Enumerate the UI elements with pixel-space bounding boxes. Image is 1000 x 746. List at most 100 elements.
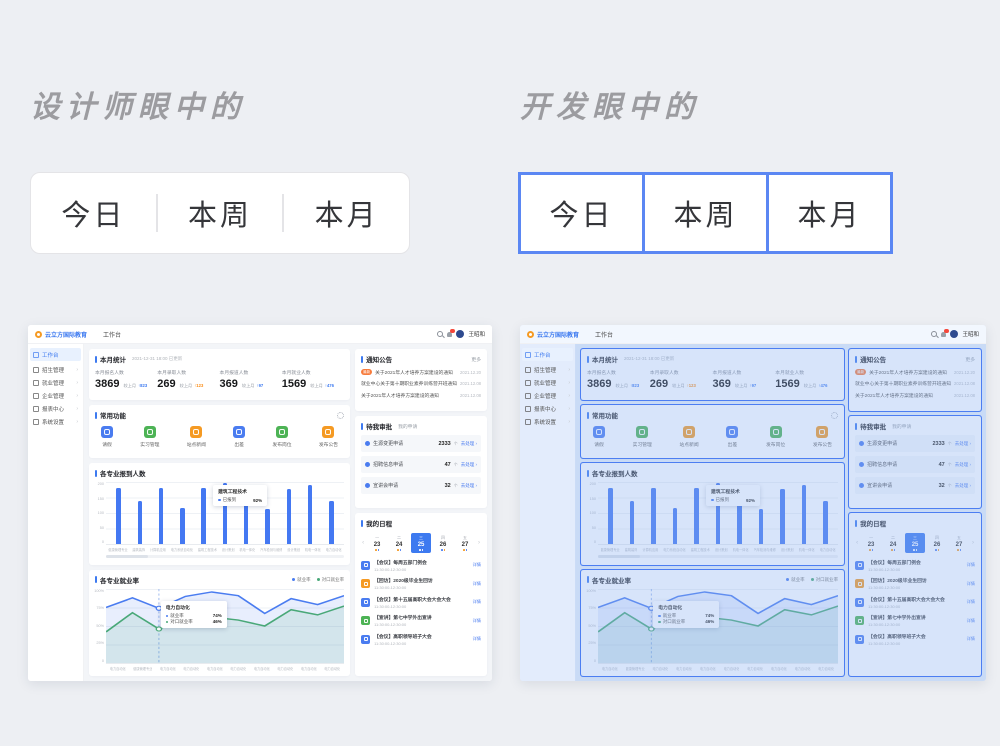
chart-scrollbar[interactable] [598, 555, 838, 558]
schedule-item[interactable]: 【会议】每周五部门例会11:30:00-12:30:00 详情 [855, 559, 975, 572]
handle-link[interactable]: 去处理 › [461, 441, 477, 447]
schedule-item[interactable]: 【会议】每周五部门例会11:30:00-12:30:00 详情 [361, 559, 481, 572]
detail-link[interactable]: 详情 [473, 562, 481, 568]
topnav-workbench[interactable]: 工作台 [103, 330, 121, 339]
handle-link[interactable]: 去处理 › [955, 441, 971, 447]
day-cell-27[interactable]: 五27 [455, 533, 475, 553]
avatar[interactable] [950, 330, 958, 338]
day-cell-26[interactable]: 四26 [433, 533, 453, 553]
sidebar-item-enterprise[interactable]: 企业管理› [520, 389, 575, 402]
search-icon[interactable] [437, 331, 443, 337]
legend-item[interactable]: 就业率 [292, 577, 311, 583]
schedule-item[interactable]: 【会议】第十五届高职大会大会大会11:30:00-12:30:00 详情 [855, 596, 975, 609]
quick-action-news[interactable]: 站点新闻 [679, 426, 698, 448]
approval-item[interactable]: 招聘信息申请 47 个 去处理 › [855, 456, 975, 473]
sidebar-item-workbench[interactable]: 工作台 [30, 348, 81, 361]
my-applications-link[interactable]: 我的申请 [892, 423, 911, 430]
prev-days-arrow[interactable]: ‹ [361, 540, 365, 546]
more-link[interactable]: 更多 [471, 356, 481, 363]
segment-month-box[interactable]: 本月 [766, 172, 893, 254]
gear-icon[interactable] [831, 412, 838, 419]
notification-bell-icon[interactable] [447, 332, 452, 337]
quick-action-trip[interactable]: 出差 [726, 426, 738, 448]
quick-action-publish-job[interactable]: 发布岗位 [766, 426, 785, 448]
schedule-item[interactable]: 【会议】高职领导班子大会11:30:00-12:30:00 详情 [855, 633, 975, 646]
detail-link[interactable]: 详情 [473, 618, 481, 624]
gear-icon[interactable] [337, 412, 344, 419]
schedule-item[interactable]: 【宣讲】第七中学外出宣讲11:30:00-12:30:00 详情 [855, 614, 975, 627]
day-cell-25-selected[interactable]: 三25 [905, 533, 925, 553]
quick-action-leave[interactable]: 请假 [593, 426, 605, 448]
schedule-item[interactable]: 【会议】第十五届高职大会大会大会11:30:00-12:30:00 详情 [361, 596, 481, 609]
handle-link[interactable]: 去处理 › [461, 462, 477, 468]
quick-action-news[interactable]: 站点新闻 [187, 426, 206, 448]
more-link[interactable]: 更多 [965, 356, 975, 363]
avatar[interactable] [456, 330, 464, 338]
quick-action-announcement[interactable]: 发布公告 [813, 426, 832, 448]
topnav-workbench[interactable]: 工作台 [595, 330, 613, 339]
sidebar-item-workbench[interactable]: 工作台 [522, 348, 573, 361]
quick-action-announcement[interactable]: 发布公告 [319, 426, 338, 448]
approval-item[interactable]: 宣讲会申请 32 个 去处理 › [361, 477, 481, 494]
segment-today-box[interactable]: 今日 [518, 172, 645, 254]
quick-action-publish-job[interactable]: 发布岗位 [272, 426, 291, 448]
sidebar-item-enterprise[interactable]: 企业管理› [28, 389, 83, 402]
handle-link[interactable]: 去处理 › [461, 483, 477, 489]
schedule-item[interactable]: 【回访】2020级毕业生回访11:30:00-12:30:00 详情 [855, 577, 975, 590]
detail-link[interactable]: 详情 [967, 618, 975, 624]
schedule-item[interactable]: 【宣讲】第七中学外出宣讲11:30:00-12:30:00 详情 [361, 614, 481, 627]
approval-item[interactable]: 宣讲会申请 32 个 去处理 › [855, 477, 975, 494]
sidebar-item-reports[interactable]: 报表中心› [28, 402, 83, 415]
day-cell-23[interactable]: 一23 [367, 533, 387, 553]
legend-item[interactable]: 对口就业率 [317, 577, 345, 583]
sidebar-item-admissions[interactable]: 招生管理› [520, 363, 575, 376]
notice-item[interactable]: 就业中心关于第十期职业素养训练营开班通知 2021.12.08 [361, 380, 481, 387]
next-days-arrow[interactable]: › [971, 540, 975, 546]
sidebar-item-employment[interactable]: 就业管理› [28, 376, 83, 389]
legend-item[interactable]: 对口就业率 [811, 577, 839, 583]
day-cell-24[interactable]: 二24 [883, 533, 903, 553]
segment-week-box[interactable]: 本周 [642, 172, 769, 254]
schedule-item[interactable]: 【会议】高职领导班子大会11:30:00-12:30:00 详情 [361, 633, 481, 646]
segment-month[interactable]: 本月 [284, 192, 409, 234]
notice-item[interactable]: 就业中心关于第十期职业素养训练营开班通知 2021.12.08 [855, 380, 975, 387]
legend-item[interactable]: 就业率 [786, 577, 805, 583]
detail-link[interactable]: 详情 [967, 562, 975, 568]
detail-link[interactable]: 详情 [967, 636, 975, 642]
sidebar-item-reports[interactable]: 报表中心› [520, 402, 575, 415]
day-cell-25-selected[interactable]: 三25 [411, 533, 431, 553]
next-days-arrow[interactable]: › [477, 540, 481, 546]
quick-action-leave[interactable]: 请假 [101, 426, 113, 448]
detail-link[interactable]: 详情 [473, 636, 481, 642]
segment-today[interactable]: 今日 [31, 192, 156, 234]
notice-item[interactable]: 关于2021年人才培养方案建设的通知 2021.12.08 [855, 392, 975, 399]
handle-link[interactable]: 去处理 › [955, 483, 971, 489]
search-icon[interactable] [931, 331, 937, 337]
detail-link[interactable]: 详情 [967, 581, 975, 587]
day-cell-27[interactable]: 五27 [949, 533, 969, 553]
approval-item[interactable]: 招聘信息申请 47 个 去处理 › [361, 456, 481, 473]
notification-bell-icon[interactable] [941, 332, 946, 337]
sidebar-item-settings[interactable]: 系统设置› [520, 415, 575, 428]
quick-action-internship[interactable]: 实习管理 [140, 426, 159, 448]
day-cell-24[interactable]: 二24 [389, 533, 409, 553]
quick-action-internship[interactable]: 实习管理 [633, 426, 652, 448]
segment-week[interactable]: 本周 [158, 192, 283, 234]
notice-item[interactable]: 最新 关于2021年人才培养方案建设的通知 2021.12.20 [855, 369, 975, 376]
approval-item[interactable]: 生源变更申请 2333 个 去处理 › [855, 435, 975, 452]
sidebar-item-admissions[interactable]: 招生管理› [28, 363, 83, 376]
detail-link[interactable]: 详情 [967, 599, 975, 605]
prev-days-arrow[interactable]: ‹ [855, 540, 859, 546]
notice-item[interactable]: 关于2021年人才培养方案建设的通知 2021.12.08 [361, 392, 481, 399]
sidebar-item-settings[interactable]: 系统设置› [28, 415, 83, 428]
detail-link[interactable]: 详情 [473, 599, 481, 605]
schedule-item[interactable]: 【回访】2020级毕业生回访11:30:00-12:30:00 详情 [361, 577, 481, 590]
notice-item[interactable]: 最新 关于2021年人才培养方案建设的通知 2021.12.20 [361, 369, 481, 376]
quick-action-trip[interactable]: 出差 [233, 426, 245, 448]
day-cell-23[interactable]: 一23 [861, 533, 881, 553]
sidebar-item-employment[interactable]: 就业管理› [520, 376, 575, 389]
chart-scrollbar[interactable] [106, 555, 344, 558]
handle-link[interactable]: 去处理 › [955, 462, 971, 468]
approval-item[interactable]: 生源变更申请 2333 个 去处理 › [361, 435, 481, 452]
my-applications-link[interactable]: 我的申请 [398, 423, 417, 430]
